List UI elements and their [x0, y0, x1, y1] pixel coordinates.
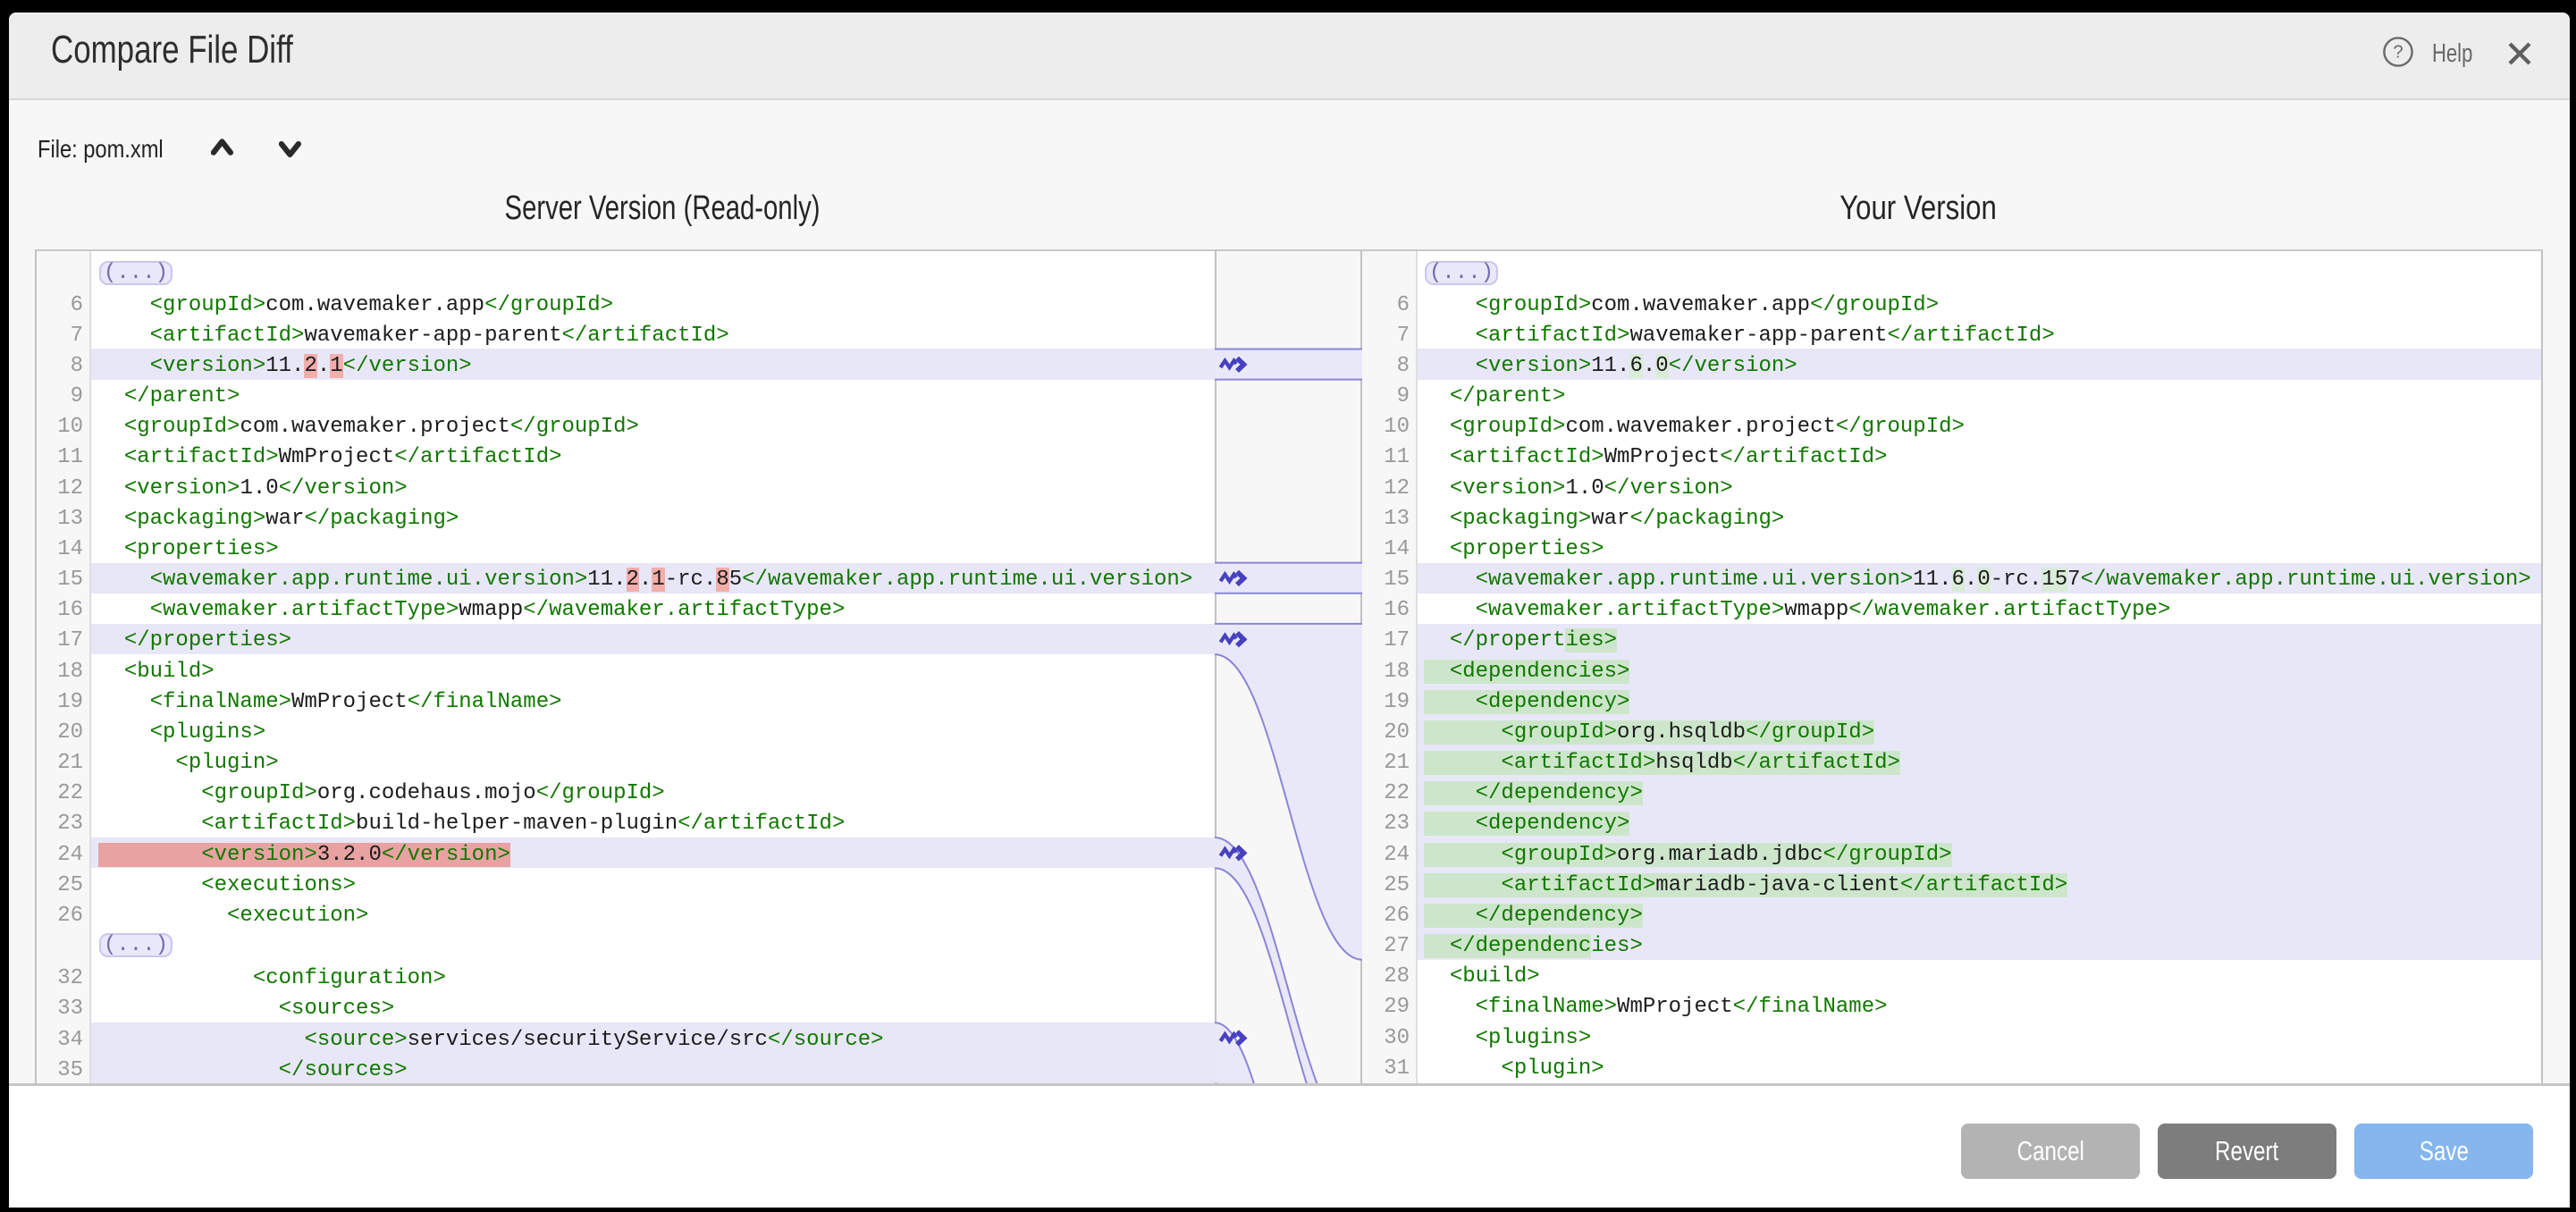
- svg-text:?: ?: [2393, 43, 2403, 63]
